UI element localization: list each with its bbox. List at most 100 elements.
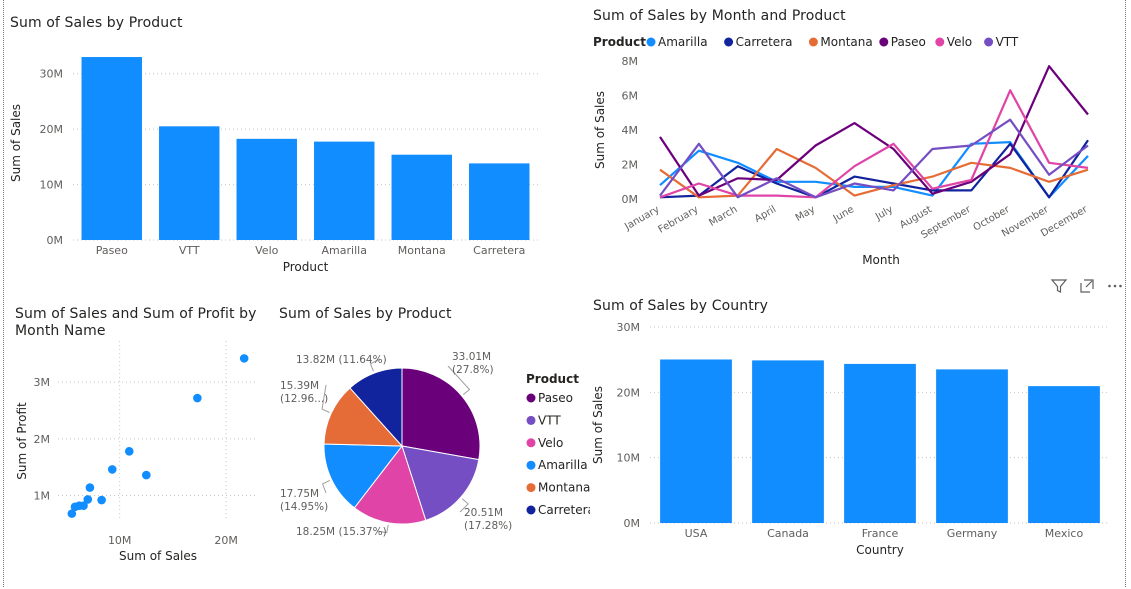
y-axis-title: Sum of Sales <box>591 386 605 464</box>
legend-item: Carretera <box>538 503 590 517</box>
x-tick-label: USA <box>685 527 708 540</box>
legend-marker <box>646 37 656 47</box>
y-tick-label: 2M <box>34 433 51 446</box>
legend-item: Paseo <box>538 391 573 405</box>
bar <box>159 126 220 240</box>
leader-line <box>321 479 331 494</box>
data-label: 17.75M <box>280 488 319 500</box>
x-tick-label: February <box>657 204 701 236</box>
x-tick-label: Paseo <box>96 244 128 257</box>
bar <box>314 141 375 240</box>
bar <box>660 359 732 523</box>
x-tick-label: April <box>753 204 778 225</box>
filter-icon[interactable] <box>1050 277 1068 295</box>
series-line-amarilla <box>659 141 1089 199</box>
x-tick-label: January <box>622 204 661 233</box>
x-axis-title: Sum of Sales <box>119 549 197 563</box>
data-point <box>193 393 202 403</box>
sales-by-product-pie-chart: 33.01M(27.8%) 20.51M(17.28%) 18.25M (15.37… <box>280 351 590 538</box>
y-tick-label: 2M <box>622 159 639 172</box>
legend-marker <box>526 483 536 493</box>
y-tick-label: 6M <box>622 90 639 103</box>
x-axis-title: Month <box>862 253 900 267</box>
sales-by-product-bar-visual[interactable]: Sum of Sales by Product 0M 10M 20M 30M Paseo… <box>8 12 548 282</box>
visual-header-toolbar <box>1050 276 1128 296</box>
x-tick-label: Canada <box>767 527 809 540</box>
x-tick-label: VTT <box>179 244 200 257</box>
data-label: 33.01M <box>452 351 491 363</box>
legend-marker <box>879 37 889 47</box>
sales-by-product-bar-chart: 0M 10M 20M 30M Paseo VTT Velo Amarilla Montana Ca… <box>9 57 538 274</box>
data-label: 20.51M <box>464 507 503 519</box>
legend-item: Montana <box>820 35 872 49</box>
x-tick-label: July <box>873 204 895 223</box>
sales-by-product-pie-visual[interactable]: Sum of Sales by Product 33.01M (27.8%) 20.… <box>272 303 590 553</box>
y-tick-label: 4M <box>622 124 639 137</box>
legend-title: Product <box>593 35 646 49</box>
legend-marker <box>808 37 818 47</box>
x-tick-label: Carretera <box>473 244 525 257</box>
data-label: (17.28%) <box>464 520 512 532</box>
sales-by-country-bar-visual[interactable]: Sum of Sales by Country 0M 10M 20M 30M USA Ca… <box>590 295 1125 565</box>
legend-marker <box>984 37 994 47</box>
series-line-velo <box>659 89 1089 199</box>
sales-by-month-product-line-chart: Product Amarilla Carretera Montana Paseo Velo… <box>593 35 1090 267</box>
focus-mode-icon[interactable] <box>1078 277 1096 295</box>
x-tick-label: Montana <box>398 244 446 257</box>
data-point <box>97 495 106 505</box>
data-point <box>85 483 95 492</box>
legend-item: Amarilla <box>658 35 708 49</box>
pie-slice-paseo <box>401 367 481 461</box>
y-axis-title: Sum of Sales <box>9 104 23 182</box>
x-axis-title: Country <box>856 543 904 557</box>
legend-item: Velo <box>538 436 563 450</box>
y-tick-label: 3M <box>34 376 51 389</box>
y-tick-label: 0M <box>47 234 64 247</box>
bar <box>752 360 824 523</box>
legend-item: Carretera <box>736 35 793 49</box>
y-tick-label: 1M <box>34 490 51 503</box>
y-tick-label: 8M <box>622 55 639 68</box>
y-tick-label: 20M <box>617 386 641 399</box>
x-tick-label: France <box>862 527 899 540</box>
data-point <box>124 447 134 456</box>
more-options-icon[interactable] <box>1106 277 1124 295</box>
data-point <box>67 509 77 518</box>
data-label: 15.39M <box>280 380 319 392</box>
y-tick-label: 0M <box>624 517 641 530</box>
sales-profit-scatter-visual[interactable]: Sum of Sales and Sum of Profit by Month … <box>8 303 270 568</box>
data-label: (27.8%) <box>452 364 494 376</box>
x-tick-label: May <box>794 204 817 224</box>
x-axis-title: Product <box>283 260 329 274</box>
data-point <box>107 465 117 474</box>
y-tick-label: 30M <box>40 68 64 81</box>
bar <box>81 57 142 240</box>
sales-by-month-product-line-visual[interactable]: Sum of Sales by Month and Product Produc… <box>590 5 1115 270</box>
bar <box>1028 386 1100 523</box>
data-point <box>141 470 151 480</box>
y-axis-title: Sum of Sales <box>593 91 607 169</box>
y-tick-label: 30M <box>617 321 641 334</box>
x-tick-label: Germany <box>947 527 998 540</box>
legend-marker <box>526 415 536 425</box>
bar <box>469 163 530 240</box>
x-tick-label: March <box>707 204 739 229</box>
y-tick-label: 0M <box>622 193 639 206</box>
bar <box>391 154 452 240</box>
y-tick-label: 10M <box>617 452 641 465</box>
data-label: 18.25M (15.37%) <box>296 526 387 538</box>
x-tick-label: Amarilla <box>322 244 367 257</box>
bar <box>844 363 916 523</box>
x-tick-label: Velo <box>255 244 278 257</box>
bar <box>936 369 1008 523</box>
legend-item: Montana <box>538 481 590 495</box>
legend-marker <box>935 37 945 47</box>
bar <box>236 138 297 240</box>
data-label: 13.82M (11.64%) <box>296 354 387 366</box>
y-tick-label: 20M <box>40 123 64 136</box>
legend-item: Amarilla <box>538 458 588 472</box>
x-tick-label: June <box>831 204 856 225</box>
y-tick-label: 10M <box>40 179 64 192</box>
legend-item: VTT <box>538 413 561 427</box>
x-tick-label: 10M <box>108 534 132 547</box>
